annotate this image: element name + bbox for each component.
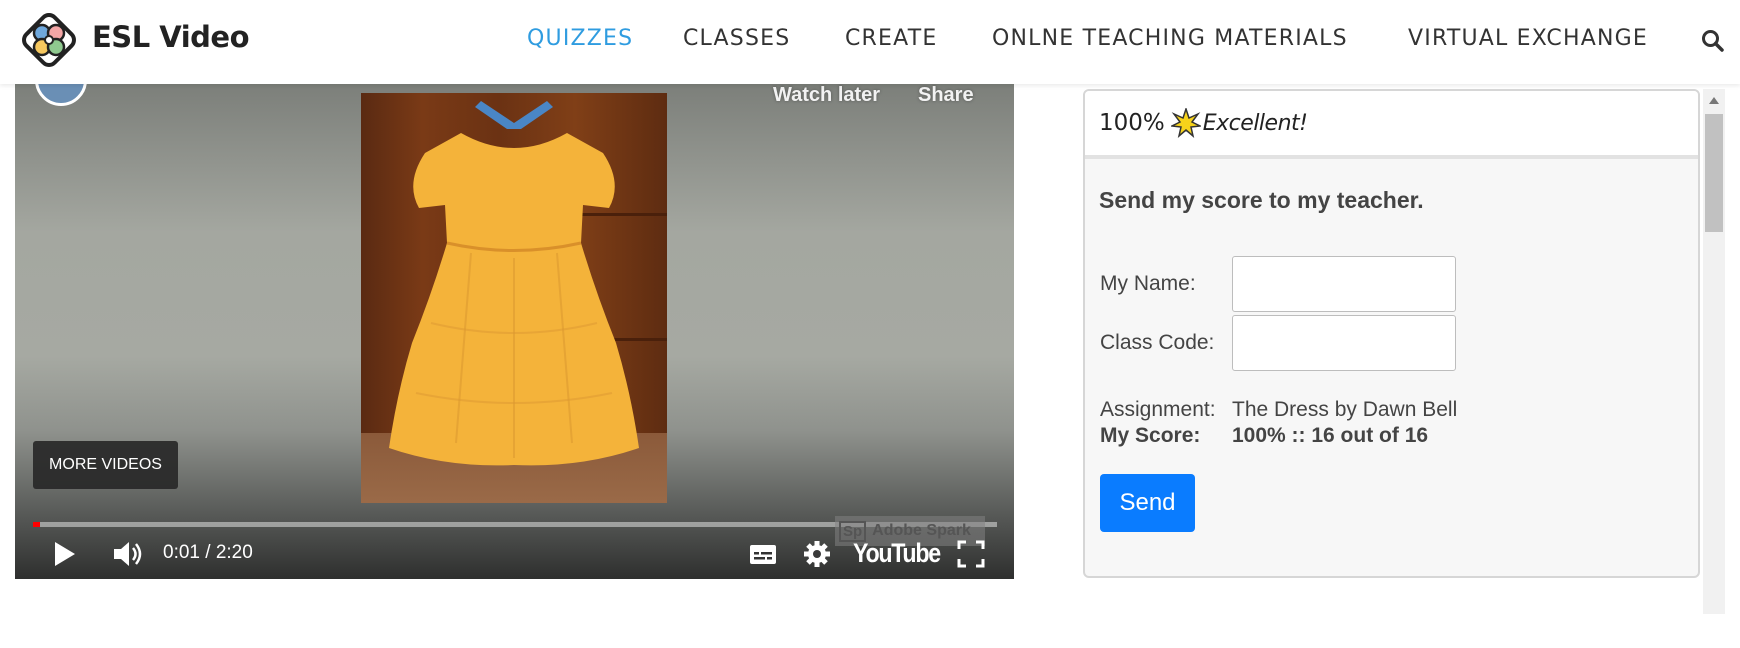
send-button[interactable]: Send [1100, 474, 1195, 532]
nav-item-quizzes[interactable]: QUIZZES [527, 26, 633, 51]
share-button[interactable]: Share [918, 84, 974, 107]
fullscreen-icon[interactable] [955, 538, 987, 570]
my-score-value: 100% :: 16 out of 16 [1232, 424, 1429, 447]
more-videos-button[interactable]: MORE VIDEOS [33, 441, 178, 489]
score-percent: 100% [1099, 110, 1165, 136]
site-header: ESL Video QUIZZES CLASSES CREATE ONLNE T… [0, 0, 1740, 84]
score-header: 100% Excellent! [1085, 91, 1698, 159]
youtube-logo[interactable]: YouTube [853, 538, 941, 569]
esl-video-logo-icon[interactable] [18, 9, 80, 71]
class-code-field[interactable] [1232, 315, 1456, 371]
rating-text: Excellent! [1202, 110, 1308, 136]
video-progress-fill [33, 522, 40, 527]
channel-avatar[interactable] [35, 84, 87, 106]
nav-item-virtual-exchange[interactable]: VIRTUAL EXCHANGE [1408, 26, 1648, 51]
my-name-field[interactable] [1232, 256, 1456, 312]
play-icon[interactable] [49, 538, 79, 570]
send-score-title: Send my score to my teacher. [1099, 187, 1424, 213]
volume-icon[interactable] [111, 538, 145, 570]
video-player[interactable]: Watch later Share MORE VIDEOS Sp Adobe S… [15, 84, 1014, 579]
scroll-thumb[interactable] [1705, 114, 1723, 232]
quiz-result-panel: 100% Excellent! Send my score to my teac… [1083, 89, 1700, 578]
captions-icon[interactable] [747, 538, 779, 570]
assignment-value: The Dress by Dawn Bell [1232, 398, 1458, 421]
class-code-label: Class Code: [1100, 331, 1215, 354]
scroll-up-arrow-icon[interactable] [1709, 97, 1719, 104]
search-icon[interactable] [1700, 28, 1726, 54]
settings-gear-icon[interactable] [801, 538, 833, 570]
dress-image [389, 101, 639, 466]
my-name-label: My Name: [1100, 272, 1196, 295]
my-score-label: My Score: [1100, 424, 1201, 447]
nav-item-online-teaching-materials[interactable]: ONLNE TEACHING MATERIALS [992, 26, 1348, 51]
panel-scrollbar[interactable] [1703, 89, 1725, 614]
nav-item-classes[interactable]: CLASSES [683, 26, 790, 51]
assignment-label: Assignment: [1100, 398, 1216, 421]
video-time: 0:01 / 2:20 [163, 542, 253, 563]
nav-item-create[interactable]: CREATE [845, 26, 937, 51]
brand-name[interactable]: ESL Video [92, 20, 250, 54]
video-thumbnail [361, 93, 667, 503]
watch-later-button[interactable]: Watch later [773, 84, 880, 107]
star-icon [1170, 108, 1201, 138]
